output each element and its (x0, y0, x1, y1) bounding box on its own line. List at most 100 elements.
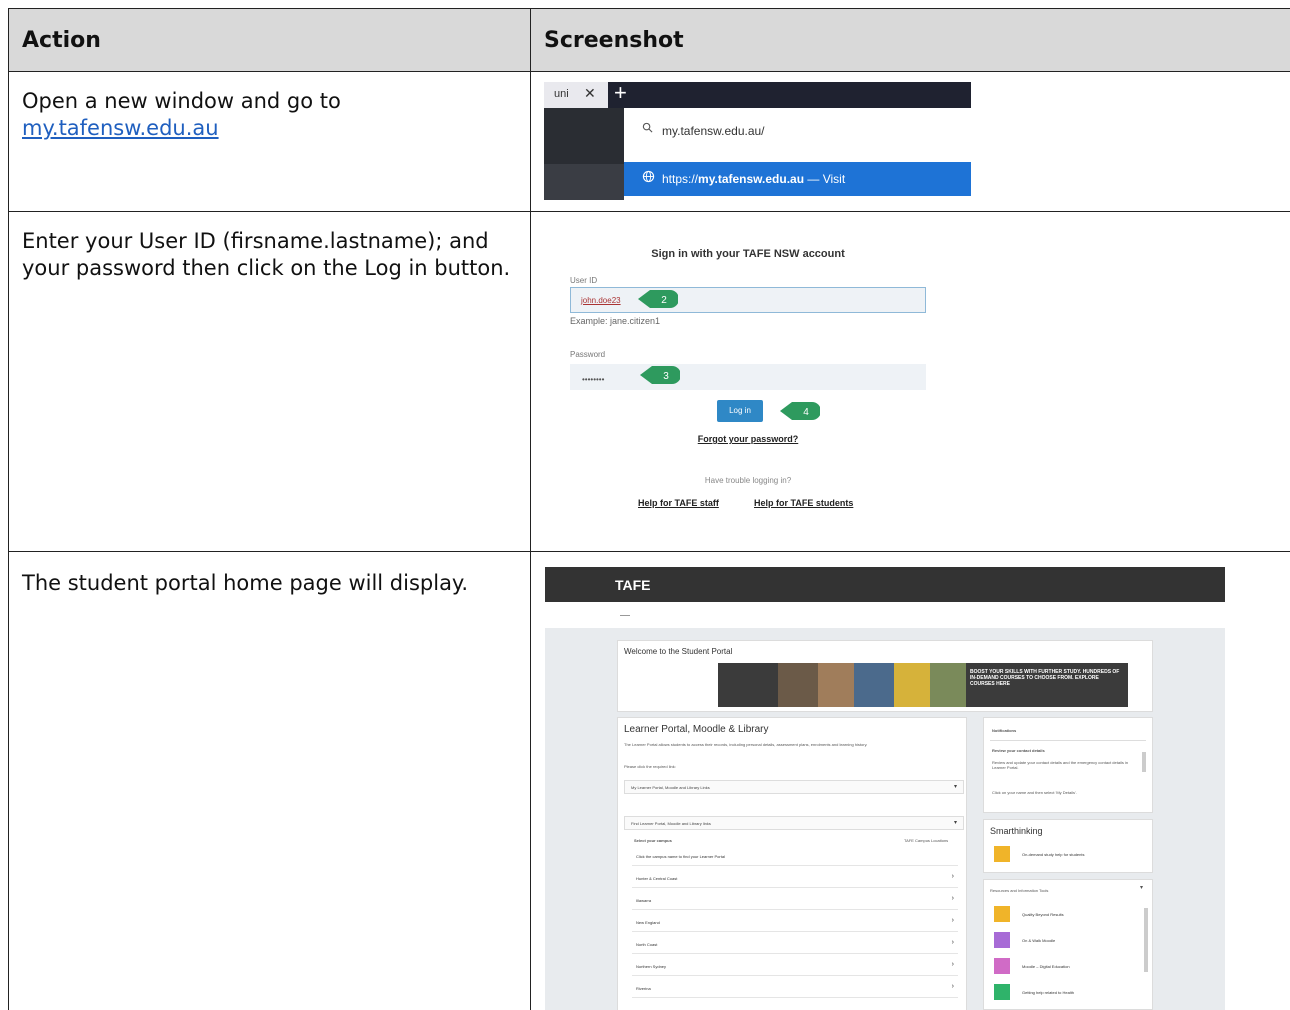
chevron-down-icon: ▾ (1140, 885, 1144, 891)
notif-heading: Review your contact details (992, 748, 1045, 753)
new-tab-icon: + (614, 82, 627, 105)
find-links-dropdown: Find Learner Portal, Moodle and Library … (624, 816, 964, 830)
step-badge-3: 3 (640, 366, 680, 384)
row1-action: Open a new window and go to my.tafensw.e… (22, 88, 512, 142)
chevron-down-icon: ▾ (953, 820, 957, 826)
region-item: Northern Sydney › (632, 958, 958, 976)
badge-2-text: 2 (661, 295, 667, 306)
welcome-panel: Welcome to the Student Portal BOOST YOUR… (617, 640, 1153, 712)
notifications-title: Notifications (992, 728, 1017, 733)
row1-action-text: Open a new window and go to (22, 89, 341, 113)
learner-title: Learner Portal, Moodle & Library (624, 724, 769, 735)
banner-photo-4 (894, 663, 930, 707)
table-column-divider (530, 8, 531, 1010)
chevron-right-icon: › (951, 939, 954, 946)
region-item: North Coast › (632, 936, 958, 954)
notif-text-2: Click on your name and then select 'My D… (992, 790, 1077, 795)
welcome-title: Welcome to the Student Portal (624, 647, 733, 656)
region-item: Illawarra › (632, 892, 958, 910)
chevron-right-icon: › (951, 961, 954, 968)
password-label: Password (570, 350, 606, 359)
user-id-field: john.doe23 (570, 287, 926, 313)
site-list-link: TAFE Campus Locations (904, 838, 949, 843)
table-border-header (8, 71, 1290, 72)
typed-url: my.tafensw.edu.au/ (662, 124, 765, 138)
table-border-row2 (8, 551, 1290, 552)
forgot-password-link: Forgot your password? (697, 434, 799, 444)
chevron-right-icon: › (951, 983, 954, 990)
tafe-logo: TAFE (615, 577, 651, 593)
close-tab-icon: ✕ (584, 85, 596, 101)
globe-icon (642, 170, 655, 183)
step-badge-2: 2 (638, 290, 678, 308)
resource-item: Quality Beyond Results (1022, 912, 1064, 917)
resources-scrollbar (1144, 908, 1148, 972)
help-staff-link: Help for TAFE staff (638, 498, 719, 508)
smarthinking-panel: Smarthinking On-demand study help for st… (983, 819, 1153, 873)
login-button: Log in (717, 400, 763, 422)
user-id-value: john.doe23 (581, 296, 621, 305)
search-icon (642, 122, 653, 133)
smarthinking-item: On-demand study help for students (1022, 852, 1085, 857)
browser-side-darker (544, 164, 624, 200)
tafe-portal-link[interactable]: my.tafensw.edu.au (22, 116, 219, 140)
resource-item: Moodle – Digital Education (1022, 964, 1070, 969)
resource-icon (994, 906, 1010, 922)
region-item: Riverina › (632, 980, 958, 998)
browser-tab-bar (544, 82, 971, 108)
trouble-text: Have trouble logging in? (704, 476, 792, 485)
chevron-right-icon: › (951, 917, 954, 924)
region-item: New England › (632, 914, 958, 932)
suggestion-text: https://my.tafensw.edu.au — Visit (662, 172, 846, 186)
notif-scrollbar (1142, 752, 1146, 772)
portal-sub-bar (545, 602, 1225, 628)
badge-3-text: 3 (663, 371, 669, 382)
smarthinking-title: Smarthinking (990, 826, 1043, 836)
login-screenshot: Sign in with your TAFE NSW account User … (558, 240, 938, 520)
header-screenshot: Screenshot (544, 28, 684, 53)
login-title: Sign in with your TAFE NSW account (651, 248, 845, 260)
step-badge-4: 4 (780, 402, 820, 420)
resource-item: Getting help related to Health (1022, 990, 1075, 995)
resource-icon (994, 958, 1010, 974)
campus-search: Click the campus name to find your Learn… (632, 848, 958, 866)
row3-action: The student portal home page will displa… (22, 571, 469, 595)
my-links-dropdown: My Learner Portal, Moodle and Library Li… (624, 780, 964, 794)
notif-text-1: Review and update your contact details a… (992, 760, 1129, 770)
select-campus: Select your campus (634, 838, 672, 843)
learner-description: The Learner Portal allows students to ac… (624, 742, 868, 747)
badge-4-text: 4 (803, 407, 809, 418)
password-value: •••••••• (582, 375, 605, 384)
promo-banner: BOOST YOUR SKILLS WITH FURTHER STUDY. HU… (718, 663, 1128, 707)
user-id-label: User ID (570, 276, 598, 285)
resources-panel: Resources and Information Tools ▾ Qualit… (983, 879, 1153, 1010)
table-border-left (8, 8, 9, 1010)
banner-photo-2 (818, 663, 854, 707)
resource-icon (994, 984, 1010, 1000)
header-action: Action (22, 28, 101, 53)
table-border-top (8, 8, 1290, 9)
table-border-row1 (8, 211, 1290, 212)
browser-address-screenshot: uni ✕ + my.tafensw.edu.au/ https://my.ta… (544, 82, 971, 200)
banner-photo-3 (854, 663, 894, 707)
learner-panel: Learner Portal, Moodle & Library The Lea… (617, 717, 967, 1010)
smarthinking-icon (994, 846, 1010, 862)
student-portal-screenshot: TAFE Welcome to the Student Portal BOOST… (545, 567, 1225, 1010)
resource-item: On & Walk Moodle (1022, 938, 1056, 943)
notifications-panel: Notifications Review your contact detail… (983, 717, 1153, 813)
resources-title: Resources and Information Tools (990, 888, 1049, 893)
banner-photo-5 (930, 663, 966, 707)
region-item: Hunter & Central Coast › (632, 870, 958, 888)
banner-text: BOOST YOUR SKILLS WITH FURTHER STUDY. HU… (970, 669, 1120, 687)
password-field: •••••••• (570, 364, 926, 390)
chevron-down-icon: ▾ (953, 784, 957, 790)
banner-photo-1 (778, 663, 818, 707)
browser-tab: uni (544, 82, 608, 108)
resource-icon (994, 932, 1010, 948)
help-students-link: Help for TAFE students (754, 498, 854, 508)
user-id-example: Example: jane.citizen1 (570, 316, 661, 326)
chevron-right-icon: › (951, 895, 954, 902)
chevron-right-icon: › (951, 873, 954, 880)
row2-action: Enter your User ID (firsname.lastname); … (22, 229, 511, 280)
please-click: Please click the required link: (624, 764, 676, 769)
